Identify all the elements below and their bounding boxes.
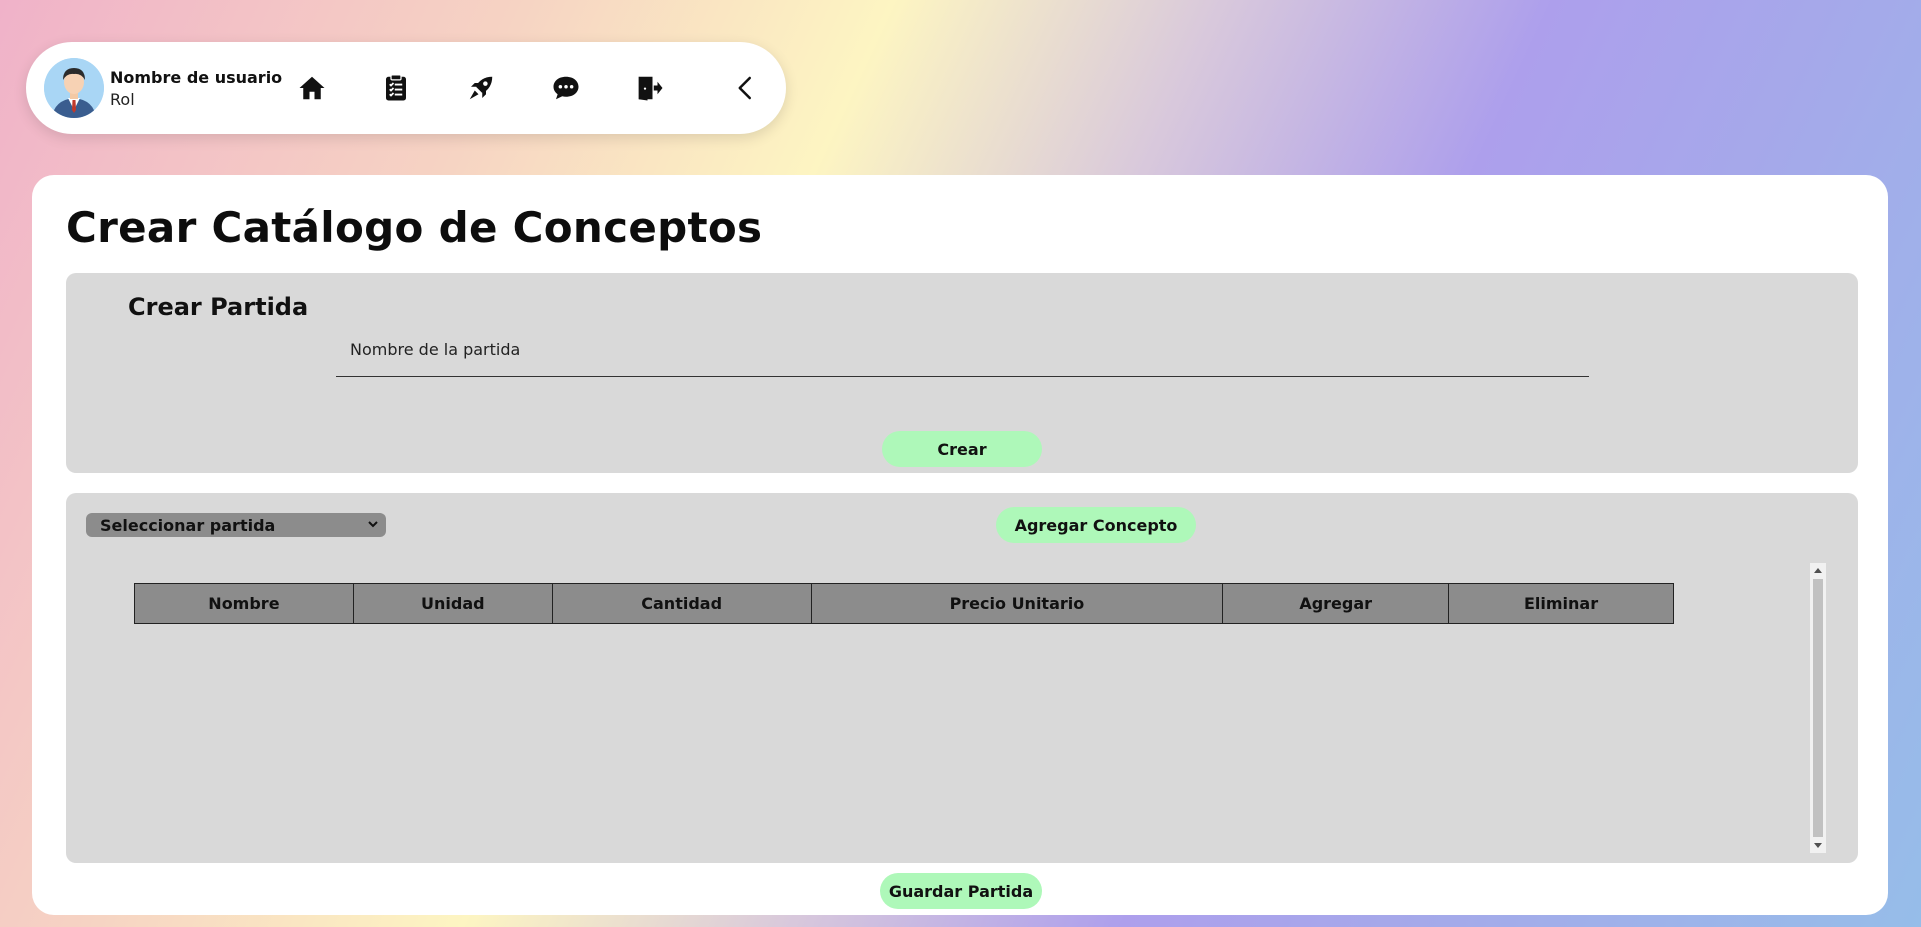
main-card: Crear Catálogo de Conceptos Crear Partid…	[32, 175, 1888, 915]
concepts-table: Nombre Unidad Cantidad Precio Unitario A…	[134, 583, 1674, 624]
nav-chat-button[interactable]	[548, 70, 584, 106]
select-partida-dropdown[interactable]: Seleccionar partida	[86, 513, 386, 537]
user-role: Rol	[110, 90, 135, 109]
column-header-unidad: Unidad	[352, 583, 553, 624]
column-header-eliminar: Eliminar	[1448, 583, 1674, 624]
page-title: Crear Catálogo de Conceptos	[66, 203, 763, 252]
add-concept-button[interactable]: Agregar Concepto	[996, 507, 1196, 543]
table-header-row: Nombre Unidad Cantidad Precio Unitario A…	[134, 583, 1674, 624]
collapse-nav-button[interactable]	[728, 70, 764, 106]
chevron-down-icon	[368, 521, 378, 528]
nav-tasks-button[interactable]	[378, 70, 414, 106]
column-header-cantidad: Cantidad	[551, 583, 812, 624]
logout-icon	[638, 76, 663, 101]
chevron-left-icon	[738, 76, 751, 100]
nav-logout-button[interactable]	[632, 70, 668, 106]
scroll-thumb[interactable]	[1813, 579, 1823, 837]
chat-icon	[553, 76, 579, 100]
user-name: Nombre de usuario	[110, 68, 283, 87]
column-header-agregar: Agregar	[1222, 583, 1450, 624]
scroll-down-arrow[interactable]	[1814, 843, 1822, 848]
create-partida-title: Crear Partida	[128, 293, 309, 321]
concepts-table-wrapper: Nombre Unidad Cantidad Precio Unitario A…	[134, 583, 1674, 624]
select-partida-label: Seleccionar partida	[100, 515, 276, 535]
rocket-icon	[469, 76, 493, 100]
table-scrollbar[interactable]	[1810, 563, 1826, 853]
top-navbar: Nombre de usuario Rol	[26, 42, 786, 134]
partida-name-field	[336, 329, 1589, 377]
clipboard-list-icon	[386, 74, 406, 101]
user-avatar-icon	[44, 58, 104, 118]
create-partida-panel: Crear Partida Crear	[66, 273, 1858, 473]
home-icon	[299, 76, 325, 100]
avatar[interactable]	[44, 58, 104, 118]
create-button[interactable]: Crear	[882, 431, 1042, 467]
partida-name-input[interactable]	[336, 329, 1589, 376]
nav-home-button[interactable]	[294, 70, 330, 106]
scroll-up-arrow[interactable]	[1814, 568, 1822, 573]
column-header-nombre: Nombre	[134, 583, 354, 624]
save-partida-button[interactable]: Guardar Partida	[880, 873, 1042, 909]
column-header-precio-unitario: Precio Unitario	[810, 583, 1224, 624]
nav-rocket-button[interactable]	[463, 70, 499, 106]
concepts-panel: Seleccionar partida Agregar Concepto Nom…	[66, 493, 1858, 863]
